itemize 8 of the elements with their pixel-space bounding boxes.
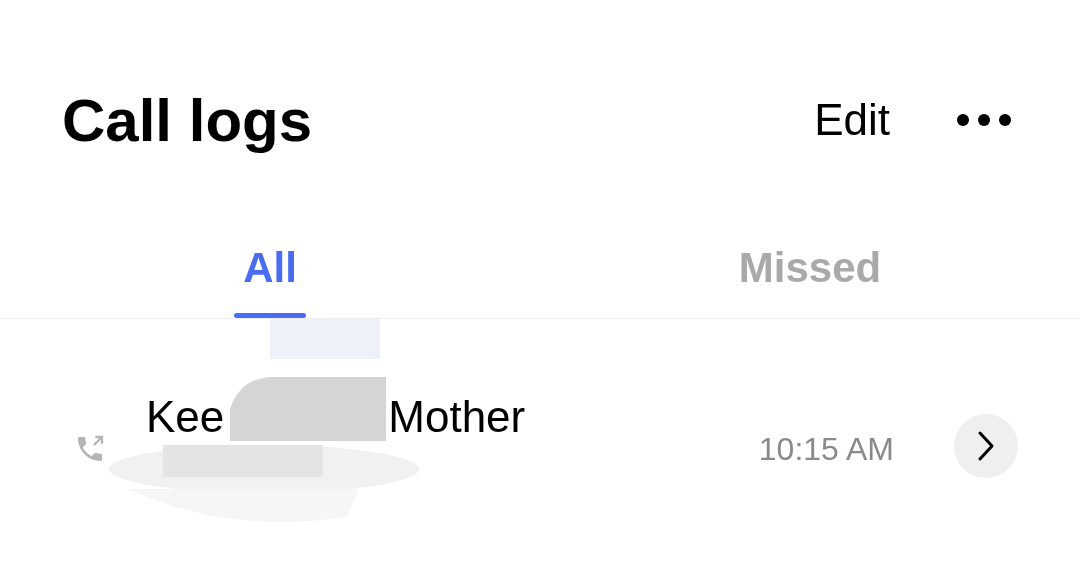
- more-icon[interactable]: [956, 113, 1012, 127]
- tab[interactable]: All: [0, 244, 540, 318]
- contact-name: Kee: [146, 392, 225, 442]
- tab[interactable]: Missed: [540, 244, 1080, 318]
- page-title: Call logs: [62, 85, 314, 155]
- call-time: 10:15 AM: [758, 430, 894, 468]
- edit-button[interactable]: Edit: [814, 95, 890, 145]
- contact-name: Mother: [388, 392, 526, 442]
